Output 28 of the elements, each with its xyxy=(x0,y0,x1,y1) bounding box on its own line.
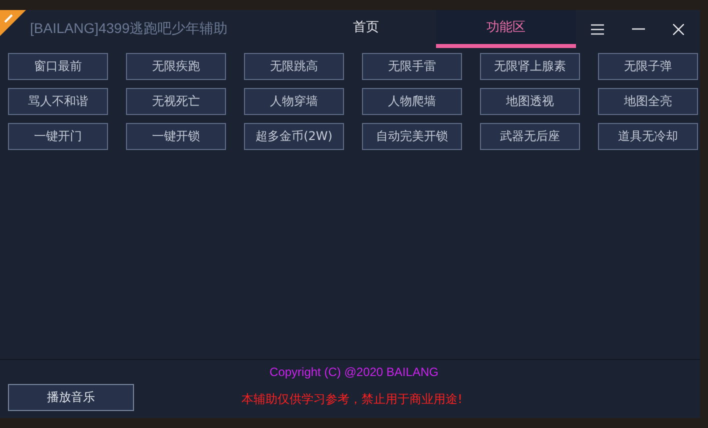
feature-button[interactable]: 无限肾上腺素 xyxy=(480,53,580,80)
feature-button[interactable]: 无视死亡 xyxy=(126,88,226,115)
feature-button[interactable]: 窗口最前 xyxy=(8,53,108,80)
minimize-icon[interactable] xyxy=(632,28,645,30)
feature-button[interactable]: 道具无冷却 xyxy=(598,123,698,150)
feature-button[interactable]: 一键开锁 xyxy=(126,123,226,150)
feature-button[interactable]: 地图全亮 xyxy=(598,88,698,115)
menu-icon[interactable] xyxy=(591,24,604,34)
tab[interactable]: 首页 xyxy=(296,10,436,48)
play-music-button[interactable]: 播放音乐 xyxy=(8,384,134,411)
feature-button[interactable]: 一键开门 xyxy=(8,123,108,150)
feature-button[interactable]: 超多金币(2W) xyxy=(244,123,344,150)
feature-button[interactable]: 人物穿墙 xyxy=(244,88,344,115)
feature-button[interactable]: 地图透视 xyxy=(480,88,580,115)
feature-button[interactable]: 自动完美开锁 xyxy=(362,123,462,150)
disclaimer-text: 本辅助仅供学习参考，禁止用于商业用途! xyxy=(240,390,464,408)
feature-button[interactable]: 无限疾跑 xyxy=(126,53,226,80)
copyright-text: Copyright (C) @2020 BAILANG xyxy=(268,365,440,379)
window-title: [BAILANG]4399逃跑吧少年辅助 xyxy=(30,19,229,38)
feature-button[interactable]: 无限手雷 xyxy=(362,53,462,80)
close-icon[interactable] xyxy=(673,24,684,34)
feature-button[interactable]: 无限跳高 xyxy=(244,53,344,80)
feature-button[interactable]: 骂人不和谐 xyxy=(8,88,108,115)
tab[interactable]: 功能区 xyxy=(436,10,576,48)
feature-button[interactable]: 人物爬墙 xyxy=(362,88,462,115)
corner-ribbon-icon xyxy=(0,10,26,36)
feature-button[interactable]: 无限子弹 xyxy=(598,53,698,80)
feature-button[interactable]: 武器无后座 xyxy=(480,123,580,150)
